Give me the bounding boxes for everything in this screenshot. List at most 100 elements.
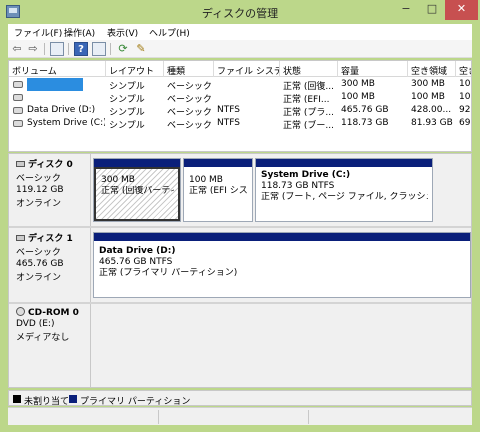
volume-name: Data Drive (D:) xyxy=(27,105,96,115)
partition-size: 100 MB xyxy=(189,175,223,185)
column-status[interactable]: 状態 xyxy=(283,64,337,77)
volume-free-space: 428.00... xyxy=(411,105,452,115)
cdrom-0-status: メディアなし xyxy=(16,333,70,343)
legend-swatch-unallocated xyxy=(13,395,21,403)
volume-name: System Drive (C:) xyxy=(27,118,105,128)
column-capacity[interactable]: 容量 xyxy=(341,64,407,77)
partition-size: 300 MB xyxy=(101,175,135,185)
menu-help[interactable]: ヘルプ(H) xyxy=(149,26,190,39)
column-divider[interactable] xyxy=(407,61,408,77)
status-bar xyxy=(8,407,472,425)
forward-arrow-icon[interactable]: ⇨ xyxy=(26,42,40,56)
partition-recovery[interactable]: 300 MB 正常 (回復パーティション) xyxy=(93,158,181,222)
column-divider[interactable] xyxy=(279,61,280,77)
partition-status: 正常 (ブート, ページ ファイル, クラッシュ ダンプ, プライマリ パーティ… xyxy=(261,192,428,202)
menu-action[interactable]: 操作(A) xyxy=(64,26,95,39)
column-divider[interactable] xyxy=(213,61,214,77)
disk-icon xyxy=(16,161,25,167)
volume-icon xyxy=(13,94,23,101)
cdrom-0-type: DVD (E:) xyxy=(16,319,55,329)
menu-bar: ファイル(F) 操作(A) 表示(V) ヘルプ(H) xyxy=(8,24,472,40)
console-tree-icon[interactable] xyxy=(50,42,64,56)
partition-bar xyxy=(94,233,470,241)
partition-body: 300 MB 正常 (回復パーティション) xyxy=(94,167,180,221)
toolbar: ⇦ ⇨ ? ⟳ ✎ xyxy=(8,40,472,58)
disk-0-type: ベーシック xyxy=(16,174,61,184)
partition-status: 正常 (EFI システム パーティション) xyxy=(189,186,248,196)
toolbar-separator xyxy=(44,43,45,55)
title-bar: ディスクの管理 − □ ✕ xyxy=(0,0,480,24)
partition-data-drive[interactable]: Data Drive (D:) 465.76 GB NTFS 正常 (プライマリ… xyxy=(93,232,471,298)
legend-swatch-primary xyxy=(69,395,77,403)
disk-1-size: 465.76 GB xyxy=(16,259,64,269)
status-section xyxy=(308,410,309,424)
cdrom-0-label[interactable]: CD-ROM 0 DVD (E:) メディアなし xyxy=(9,304,91,387)
disk-graphical-view[interactable]: ディスク 0 ベーシック 119.12 GB オンライン 300 MB 正常 (… xyxy=(8,153,472,388)
column-divider[interactable] xyxy=(455,61,456,77)
partition-status: 正常 (プライマリ パーティション) xyxy=(99,268,238,278)
settings-icon[interactable]: ✎ xyxy=(134,42,148,56)
menu-file[interactable]: ファイル(F) xyxy=(14,26,62,39)
back-arrow-icon[interactable]: ⇦ xyxy=(10,42,24,56)
volume-icon xyxy=(13,81,23,88)
volume-free-percent: 100 xyxy=(459,79,471,89)
help-icon[interactable]: ? xyxy=(74,42,88,56)
volume-free-space: 81.93 GB xyxy=(411,118,453,128)
column-free-percent[interactable]: 空き xyxy=(459,64,471,77)
volume-free-percent: 69 xyxy=(459,118,471,128)
partition-body: System Drive (C:) 118.73 GB NTFS 正常 (ブート… xyxy=(256,167,432,221)
partition-bar xyxy=(256,159,432,167)
volume-row[interactable]: Data Drive (D:) シンプル ベーシック NTFS 正常 (プラ..… xyxy=(9,104,471,118)
partition-title: Data Drive (D:) xyxy=(99,246,176,256)
partition-body: Data Drive (D:) 465.76 GB NTFS 正常 (プライマリ… xyxy=(94,241,470,297)
column-type[interactable]: 種類 xyxy=(167,64,213,77)
column-divider[interactable] xyxy=(337,61,338,77)
cdrom-0-name: CD-ROM 0 xyxy=(28,308,79,318)
volume-row[interactable]: シンプル ベーシック 正常 (EFI... 100 MB 100 MB 100 xyxy=(9,91,471,105)
volume-row[interactable]: シンプル ベーシック 正常 (回復... 300 MB 300 MB 100 xyxy=(9,78,471,92)
status-section xyxy=(158,410,159,424)
partition-efi[interactable]: 100 MB 正常 (EFI システム パーティション) xyxy=(183,158,253,222)
disk-0-label[interactable]: ディスク 0 ベーシック 119.12 GB オンライン xyxy=(9,154,91,226)
toolbar-separator xyxy=(110,43,111,55)
volume-layout: シンプル xyxy=(109,121,145,131)
volume-free-space: 300 MB xyxy=(411,79,445,89)
column-volume[interactable]: ボリューム xyxy=(12,64,105,77)
volume-row[interactable]: System Drive (C:) シンプル ベーシック NTFS 正常 (ブー… xyxy=(9,117,471,131)
disk-1-type: ベーシック xyxy=(16,248,61,258)
partition-bar xyxy=(184,159,252,167)
volume-name-selection[interactable] xyxy=(27,78,83,91)
volume-filesystem: NTFS xyxy=(217,118,240,128)
volume-icon xyxy=(13,120,23,127)
volume-type: ベーシック xyxy=(167,121,212,131)
maximize-button[interactable]: □ xyxy=(419,0,445,20)
partition-body: 100 MB 正常 (EFI システム パーティション) xyxy=(184,167,252,221)
disk-management-window: ディスクの管理 − □ ✕ ファイル(F) 操作(A) 表示(V) ヘルプ(H)… xyxy=(0,0,480,432)
volume-status: 正常 (ブー... xyxy=(283,121,334,131)
volume-capacity: 118.73 GB xyxy=(341,118,389,128)
minimize-button[interactable]: − xyxy=(393,0,419,20)
volume-capacity: 465.76 GB xyxy=(341,105,389,115)
column-filesystem[interactable]: ファイル システム xyxy=(217,64,279,77)
volume-capacity: 100 MB xyxy=(341,92,375,102)
column-divider[interactable] xyxy=(105,61,106,77)
column-layout[interactable]: レイアウト xyxy=(109,64,163,77)
properties-icon[interactable] xyxy=(92,42,106,56)
partition-status: 正常 (回復パーティション) xyxy=(101,186,174,196)
disk-icon xyxy=(16,235,25,241)
cd-rom-icon xyxy=(16,307,25,316)
volume-list[interactable]: ボリューム レイアウト 種類 ファイル システム 状態 容量 空き領域 空き シ… xyxy=(8,60,472,152)
partition-title: System Drive (C:) xyxy=(261,170,351,180)
disk-0-size: 119.12 GB xyxy=(16,185,64,195)
refresh-icon[interactable]: ⟳ xyxy=(116,42,130,56)
disk-1-name: ディスク 1 xyxy=(28,234,73,244)
disk-1-label[interactable]: ディスク 1 ベーシック 465.76 GB オンライン xyxy=(9,228,91,302)
close-button[interactable]: ✕ xyxy=(445,0,478,20)
column-divider[interactable] xyxy=(163,61,164,77)
legend: 未割り当て プライマリ パーティション xyxy=(8,390,472,407)
menu-view[interactable]: 表示(V) xyxy=(107,26,138,39)
column-free-space[interactable]: 空き領域 xyxy=(411,64,455,77)
partition-system-drive[interactable]: System Drive (C:) 118.73 GB NTFS 正常 (ブート… xyxy=(255,158,433,222)
legend-primary-partition: プライマリ パーティション xyxy=(80,397,191,407)
disk-0-name: ディスク 0 xyxy=(28,160,73,170)
